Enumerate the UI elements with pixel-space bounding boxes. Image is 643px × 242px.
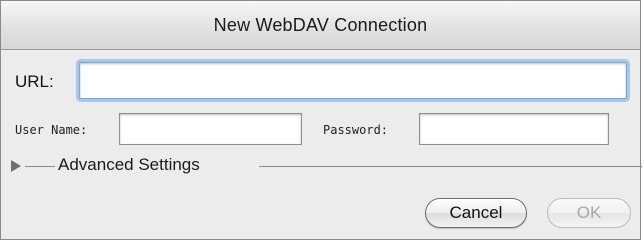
dialog-title: New WebDAV Connection [213,14,428,35]
title-bar[interactable]: New WebDAV Connection [1,1,640,50]
ok-button[interactable]: OK [547,198,631,228]
advanced-settings-disclosure[interactable]: Advanced Settings [1,153,642,179]
url-label: URL: [15,72,54,91]
user-name-input[interactable] [119,113,302,145]
password-input[interactable] [419,113,609,145]
url-input[interactable] [79,62,627,99]
user-name-label: User Name: [15,123,88,137]
password-label: Password: [323,123,389,137]
advanced-settings-label[interactable]: Advanced Settings [58,155,200,175]
disclosure-triangle-icon[interactable] [11,160,21,172]
cancel-button[interactable]: Cancel [425,198,527,228]
new-webdav-connection-dialog: New WebDAV Connection URL: User Name: Pa… [0,0,642,240]
divider-right [259,166,642,167]
divider-left [25,166,55,167]
